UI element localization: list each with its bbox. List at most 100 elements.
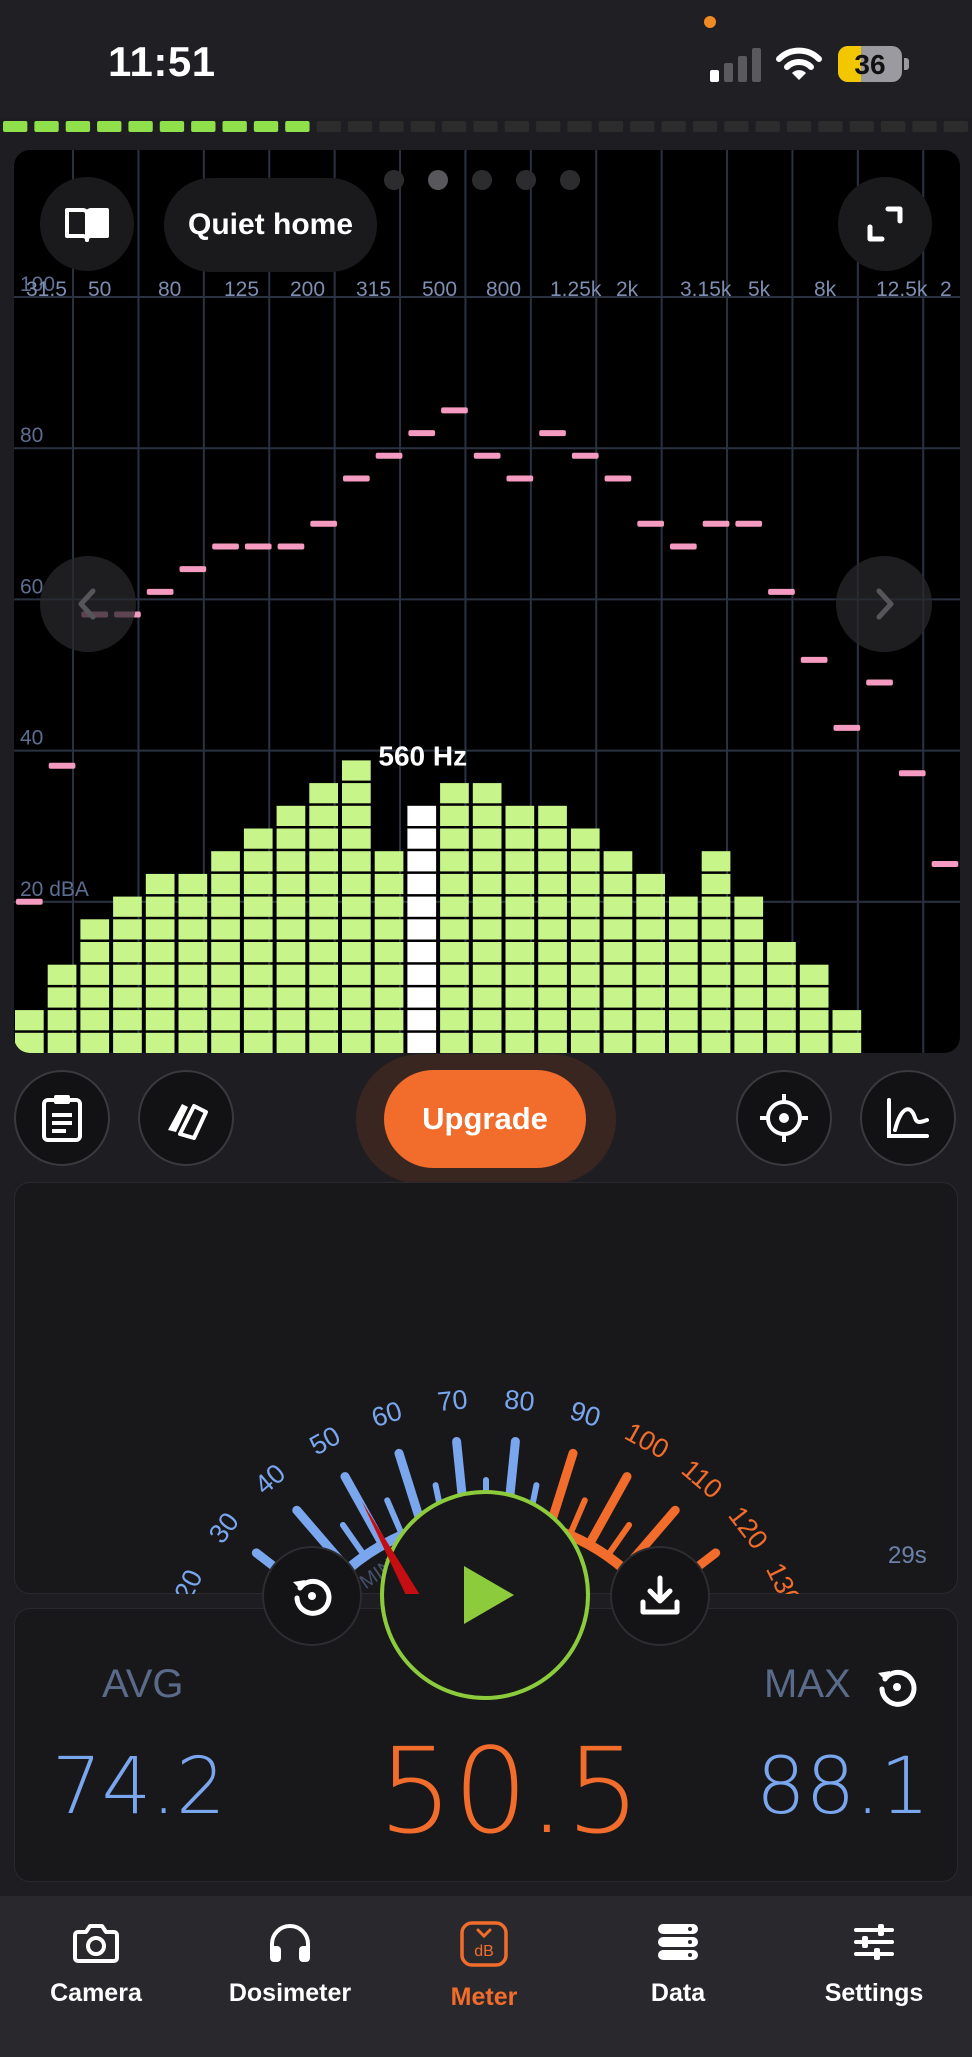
bar-segment [701, 942, 731, 963]
spectrum-bar [538, 805, 567, 1053]
guide-book-button[interactable] [40, 177, 134, 271]
bar-segment [243, 896, 273, 917]
bar-segment [407, 828, 437, 849]
play-button[interactable] [380, 1490, 590, 1700]
level-segment [347, 121, 373, 132]
bar-segment [15, 1010, 44, 1031]
bar-segment [636, 1010, 665, 1031]
report-button[interactable] [14, 1070, 110, 1166]
bar-segment [47, 987, 77, 1008]
bar-segment [342, 805, 371, 826]
bar-segment [113, 987, 142, 1008]
bar-segment [472, 805, 502, 826]
reset-button[interactable] [262, 1546, 362, 1646]
bar-segment [276, 851, 306, 872]
reset-max-button[interactable] [872, 1662, 922, 1712]
page-dot[interactable] [428, 170, 448, 190]
bar-segment [538, 896, 567, 917]
db-meter-icon: dB [460, 1921, 508, 1967]
level-segment [441, 121, 467, 132]
bar-segment [342, 873, 371, 895]
level-segment [786, 121, 812, 132]
database-icon [658, 1924, 698, 1960]
peak-marker [408, 430, 436, 437]
bar-segment [603, 851, 633, 872]
spectrum-bar [80, 919, 110, 1053]
fullscreen-button[interactable] [838, 177, 932, 271]
current-value: 50.5 [378, 1722, 641, 1860]
tab-dosimeter-label: Dosimeter [228, 1979, 352, 2007]
page-dot[interactable] [384, 170, 404, 190]
bar-segment [505, 987, 535, 1008]
meter-scale-label: 70 [436, 1384, 469, 1417]
bar-segment [472, 964, 502, 985]
upgrade-button[interactable]: Upgrade [384, 1070, 586, 1168]
bar-segment [243, 1032, 273, 1053]
bar-segment [472, 851, 502, 872]
bar-segment [538, 851, 567, 872]
level-strip [3, 121, 968, 132]
bar-segment [505, 1032, 535, 1053]
spectrum-bar [767, 942, 796, 1053]
save-button[interactable] [610, 1546, 710, 1646]
y-tick-label: 20 dBA [20, 878, 89, 901]
bar-segment [669, 964, 698, 985]
tab-data[interactable]: Data [598, 1920, 758, 2008]
meter-scale-label: 40 [249, 1458, 291, 1500]
peak-marker [898, 770, 926, 777]
bar-segment [309, 987, 338, 1008]
bar-segment [570, 919, 600, 940]
page-dot[interactable] [472, 170, 492, 190]
spectrum-bar [374, 851, 404, 1053]
card-stack-icon [168, 1104, 208, 1140]
bar-segment [440, 987, 469, 1008]
bar-segment [603, 942, 633, 963]
target-button[interactable] [736, 1070, 832, 1166]
meter-minor-tick [339, 1521, 368, 1560]
level-segment [943, 121, 968, 132]
page-dot[interactable] [516, 170, 536, 190]
page-dot[interactable] [560, 170, 580, 190]
calibration-button[interactable] [138, 1070, 234, 1166]
bar-segment [636, 942, 665, 963]
bar-segment [505, 851, 535, 872]
tab-dosimeter[interactable]: Dosimeter [210, 1920, 370, 2008]
wifi-icon [776, 47, 822, 80]
bar-segment [701, 851, 731, 872]
peak-marker [931, 861, 959, 867]
peak-marker [866, 679, 893, 686]
peak-marker [441, 407, 468, 414]
bar-segment [505, 919, 535, 940]
bar-segment [407, 896, 437, 917]
tab-camera[interactable]: Camera [16, 1920, 176, 2008]
previous-page-button[interactable] [40, 556, 136, 652]
level-segment [818, 121, 843, 132]
tab-settings[interactable]: Settings [794, 1920, 954, 2008]
spectrum-analyzer[interactable]: 12010080604020 dBA31.5508012520031550080… [14, 150, 960, 1053]
bar-segment [80, 964, 110, 985]
band-label: 31.5 [26, 278, 67, 301]
graph-button[interactable] [860, 1070, 956, 1166]
camera-icon [73, 1924, 119, 1963]
bar-segment [407, 873, 437, 895]
peak-marker [277, 543, 305, 550]
bar-segment [276, 942, 306, 963]
bar-segment [276, 964, 306, 985]
preset-selector[interactable]: Quiet home [164, 178, 378, 272]
spectrum-bar [276, 805, 306, 1053]
bar-segment [47, 1010, 77, 1031]
bar-segment [374, 873, 404, 895]
band-label: 500 [422, 278, 457, 301]
peak-marker [670, 543, 697, 550]
band-label: 800 [486, 278, 521, 301]
bar-segment [309, 783, 338, 804]
page-indicator[interactable] [384, 170, 604, 195]
next-page-button[interactable] [836, 556, 932, 652]
bar-segment [211, 1032, 240, 1053]
tab-meter[interactable]: dB Meter [404, 1920, 564, 2012]
bar-segment [407, 805, 437, 826]
chevron-right-icon [876, 588, 894, 620]
bar-segment [309, 873, 338, 895]
band-label: 125 [224, 278, 259, 301]
peak-marker [800, 656, 828, 663]
